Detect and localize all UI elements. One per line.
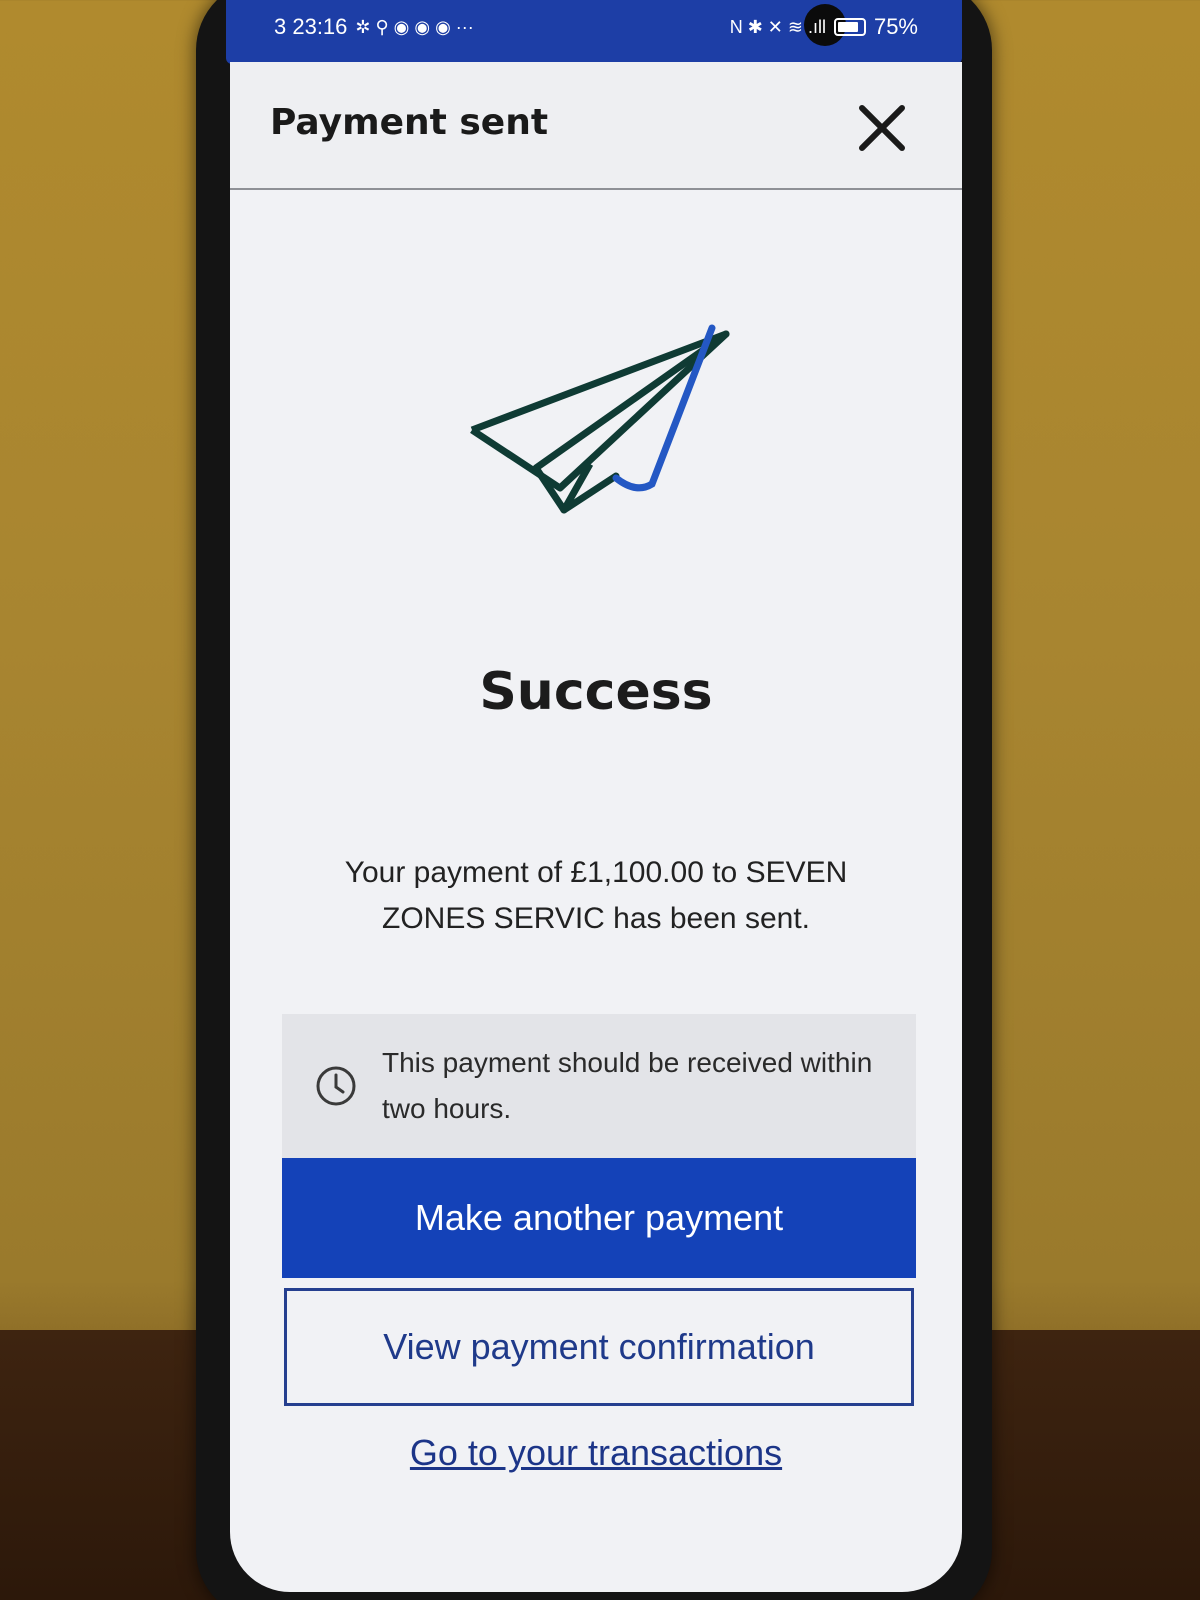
go-to-transactions-link[interactable]: Go to your transactions	[230, 1432, 962, 1474]
status-time: 3 23:16	[274, 14, 348, 39]
info-text: This payment should be received within t…	[382, 1047, 873, 1124]
page-title: Payment sent	[270, 102, 549, 143]
info-panel: This payment should be received within t…	[282, 1014, 916, 1158]
status-left: 3 23:16 ✲ ⚲ ◉ ◉ ◉ ···	[274, 14, 474, 40]
close-icon	[859, 105, 905, 151]
payment-message: Your payment of £1,100.00 to SEVEN ZONES…	[344, 856, 848, 935]
notification-icons: ✲ ⚲ ◉ ◉ ◉ ···	[355, 17, 474, 37]
battery-icon	[833, 18, 866, 36]
battery-level: 75%	[873, 14, 918, 39]
view-payment-confirmation-button[interactable]: View payment confirmation	[284, 1288, 914, 1406]
make-another-payment-button[interactable]: Make another payment	[282, 1158, 916, 1278]
success-heading: Success	[479, 662, 713, 722]
paper-plane-check-icon	[470, 324, 730, 514]
screen-header: Payment sent	[230, 62, 962, 190]
clock-icon	[316, 1066, 356, 1106]
status-bar: 3 23:16 ✲ ⚲ ◉ ◉ ◉ ··· N ✱ ✕ ≋ .ıll 75%	[226, 0, 962, 64]
connectivity-icons: N ✱ ✕ ≋ .ıll	[729, 17, 826, 37]
status-right: N ✱ ✕ ≋ .ıll 75%	[730, 14, 918, 40]
app-screen: Payment sent Success Your payment of £1,…	[230, 62, 962, 1592]
close-button[interactable]	[852, 98, 912, 158]
